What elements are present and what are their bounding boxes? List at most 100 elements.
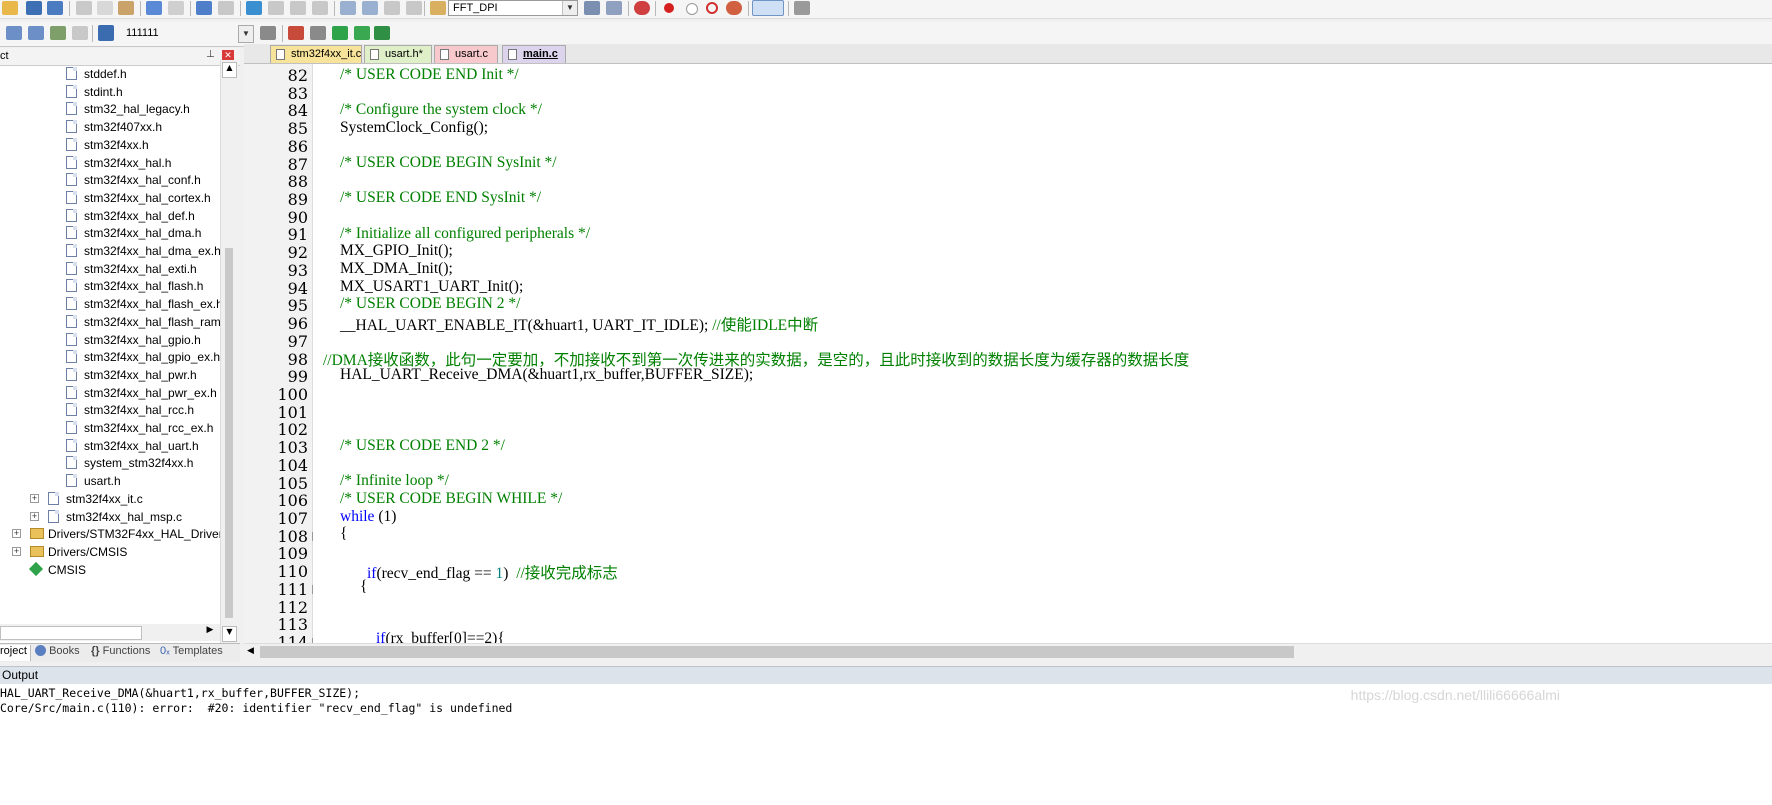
editor-horizontal-scrollbar[interactable]: ◀ <box>244 643 1772 661</box>
disable-breakpoint-icon[interactable] <box>686 3 698 15</box>
target-select[interactable]: FFT_DPI ▼ <box>448 0 578 16</box>
scroll-thumb[interactable] <box>0 626 142 640</box>
code-line-105: /* Infinite loop */ <box>340 472 449 489</box>
file-extensions-icon[interactable] <box>310 26 326 40</box>
scroll-thumb[interactable] <box>260 646 1294 658</box>
bookmark-icon[interactable] <box>246 1 262 15</box>
tab-functions[interactable]: {} Functions <box>91 645 155 661</box>
file-icon <box>66 421 77 434</box>
redo-icon[interactable] <box>168 1 184 15</box>
code-line-95: /* USER CODE BEGIN 2 */ <box>340 295 521 312</box>
tab-usart-c[interactable]: usart.c <box>434 45 498 63</box>
folder-icon <box>30 528 44 540</box>
file-icon <box>66 350 77 364</box>
expand-icon[interactable]: + <box>30 493 39 503</box>
window-layout-icon[interactable] <box>752 0 784 16</box>
find-combo[interactable]: 111111 ▼ <box>122 25 254 43</box>
copy-icon[interactable] <box>97 1 113 15</box>
project-tree-vertical-scrollbar[interactable]: ▲ ▼ <box>220 60 238 643</box>
configure-icon[interactable] <box>794 1 810 15</box>
chevron-down-icon[interactable]: ▼ <box>238 25 254 43</box>
tab-project-label: roject <box>0 645 27 657</box>
tab-books[interactable]: Books <box>35 645 85 661</box>
download-icon[interactable] <box>98 25 114 41</box>
tab-stm32f4xx-it-c[interactable]: stm32f4xx_it.c <box>270 45 362 63</box>
functions-icon: {} <box>91 645 100 657</box>
code-line-96: __HAL_UART_ENABLE_IT(&huart1, UART_IT_ID… <box>340 313 818 335</box>
file-icon <box>66 314 77 328</box>
open-file-icon[interactable] <box>2 1 18 15</box>
output-line-error[interactable]: Core/Src/main.c(110): error: #20: identi… <box>0 701 512 715</box>
line-number: 87 <box>287 154 308 174</box>
tab-project[interactable]: roject <box>0 645 31 661</box>
batch-build-icon[interactable] <box>72 26 88 40</box>
tree-item-label: stm32f4xx_hal_rcc.h <box>84 403 195 418</box>
line-number: 112 <box>277 597 308 617</box>
comment-icon[interactable] <box>384 1 400 15</box>
code-line-96-comment: //使能IDLE中断 <box>712 317 819 334</box>
pack-installer-icon[interactable] <box>374 26 390 40</box>
scroll-thumb[interactable] <box>225 248 233 618</box>
paste-icon[interactable] <box>118 1 134 15</box>
prev-bookmark-icon[interactable] <box>268 1 284 15</box>
clear-bookmarks-icon[interactable] <box>312 1 328 15</box>
build-icon[interactable] <box>28 26 44 40</box>
undo-icon[interactable] <box>146 1 162 15</box>
select-packs-icon[interactable] <box>354 26 370 40</box>
breakpoint-icon[interactable] <box>664 3 674 13</box>
save-icon[interactable] <box>26 1 42 15</box>
tree-item-label: stm32f4xx_hal_rcc_ex.h <box>84 421 214 435</box>
code-line-114-rest: (rx_buffer[0]==2){ <box>385 630 505 643</box>
line-number: 113 <box>277 615 308 635</box>
incremental-find-icon[interactable] <box>260 26 276 40</box>
navigate-back-icon[interactable] <box>196 1 212 15</box>
kill-breakpoints-icon[interactable] <box>706 2 718 14</box>
unindent-icon[interactable] <box>362 1 378 15</box>
expand-icon[interactable]: + <box>12 529 21 539</box>
tree-item-label: stm32f4xx_hal_msp.c <box>66 509 183 524</box>
translate-icon[interactable] <box>6 26 22 40</box>
line-number: 102 <box>277 420 308 440</box>
debug-session-icon[interactable] <box>634 1 650 15</box>
indent-icon[interactable] <box>340 1 356 15</box>
rebuild-icon[interactable] <box>50 26 66 40</box>
kill-all-breakpoints-icon[interactable] <box>726 1 742 15</box>
target-select-value: FFT_DPI <box>453 2 498 14</box>
code-line-110: if(recv_end_flag == 1) //接收完成标志 <box>367 561 618 583</box>
line-number: 98 <box>287 349 308 369</box>
target-options-icon[interactable] <box>288 26 304 40</box>
code-editor[interactable]: /* USER CODE END Init */ /* Configure th… <box>313 64 1772 643</box>
tab-usart-h[interactable]: usart.h* <box>364 45 432 63</box>
options-icon[interactable] <box>584 1 600 15</box>
project-tree-horizontal-scrollbar[interactable]: ▶ <box>0 624 220 641</box>
next-bookmark-icon[interactable] <box>290 1 306 15</box>
find-in-files-icon[interactable] <box>430 1 446 15</box>
chevron-down-icon[interactable]: ▼ <box>562 1 577 15</box>
manage-components-icon[interactable] <box>606 1 622 15</box>
pin-icon[interactable]: ⊥ <box>206 49 215 60</box>
uncomment-icon[interactable] <box>406 1 422 15</box>
tree-item-label: stm32f407xx.h <box>84 120 163 135</box>
code-line-85: SystemClock_Config(); <box>340 119 489 136</box>
scroll-down-icon[interactable]: ▼ <box>222 626 237 642</box>
tab-main-c[interactable]: main.c <box>502 45 566 63</box>
save-all-icon[interactable] <box>47 1 63 15</box>
expand-icon[interactable]: + <box>30 511 39 521</box>
expand-icon[interactable]: + <box>12 546 21 556</box>
line-number: 100 <box>277 384 308 404</box>
scroll-left-icon[interactable]: ◀ <box>247 646 254 656</box>
line-number: 88 <box>287 172 308 192</box>
tab-templates[interactable]: 0ₓ Templates <box>160 645 232 661</box>
tree-item-label: stm32f4xx_hal_conf.h <box>84 173 201 188</box>
scroll-up-icon[interactable]: ▲ <box>222 62 237 78</box>
navigate-forward-icon[interactable] <box>218 1 234 15</box>
file-icon <box>276 49 285 60</box>
cut-icon[interactable] <box>76 1 92 15</box>
tree-item-label: stm32f4xx_hal_def.h <box>84 208 195 223</box>
scroll-right-icon[interactable]: ▶ <box>204 625 216 639</box>
manage-run-time-icon[interactable] <box>332 26 348 40</box>
file-icon <box>66 173 77 187</box>
tree-item-label: stm32_hal_legacy.h <box>84 102 190 117</box>
line-number: 101 <box>277 402 308 422</box>
tree-item-label: stdint.h <box>84 84 123 99</box>
